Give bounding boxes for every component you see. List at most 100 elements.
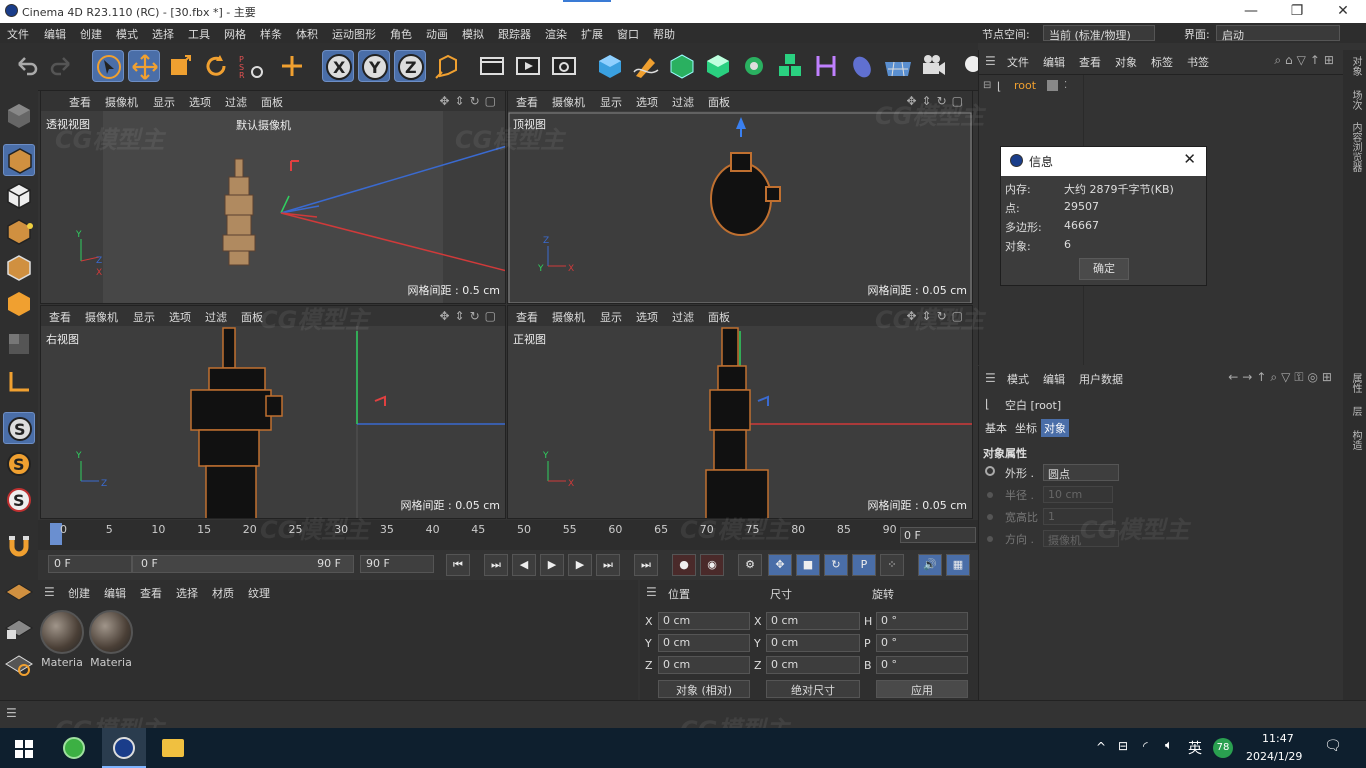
select-tool-icon[interactable] — [92, 50, 124, 82]
rot-p-field[interactable]: 0 ° — [876, 634, 968, 652]
menu-character[interactable]: 角色 — [390, 26, 412, 42]
clock-date[interactable]: 2024/1/29 — [1246, 750, 1302, 763]
render-view-icon[interactable] — [476, 50, 508, 82]
minimize-button[interactable]: — — [1228, 0, 1274, 23]
menu-icon[interactable]: ☰ — [646, 585, 657, 599]
viewport-nav-icons[interactable]: ✥⇕↻▢ — [906, 309, 968, 323]
vp-menu-filter[interactable]: 过滤 — [672, 94, 694, 110]
viewport-top[interactable]: 查看 摄像机 显示 选项 过滤 面板 ✥⇕↻▢ Z Y X 顶视图 网格间距 :… — [507, 90, 973, 304]
frame-range-slider[interactable]: 0 F 90 F — [132, 555, 354, 573]
menu-tools[interactable]: 工具 — [188, 26, 210, 42]
end-frame-field[interactable]: 90 F — [360, 555, 434, 573]
orientation-select[interactable]: 摄像机 — [1043, 530, 1119, 547]
attr-menu-mode[interactable]: 模式 — [1007, 371, 1029, 387]
autokey-icon[interactable]: ◉ — [700, 554, 724, 576]
keyframe-selection-icon[interactable]: ⚙ — [738, 554, 762, 576]
start-frame-field[interactable]: 0 F — [48, 555, 132, 573]
vp-menu-filter[interactable]: 过滤 — [672, 309, 694, 325]
key-parameter-icon[interactable]: P — [852, 554, 876, 576]
rot-b-field[interactable]: 0 ° — [876, 656, 968, 674]
menu-file[interactable]: 文件 — [7, 26, 29, 42]
x-axis-lock-icon[interactable]: X — [322, 50, 354, 82]
size-mode-select[interactable]: 绝对尺寸 — [766, 680, 860, 698]
size-x-field[interactable]: 0 cm — [766, 612, 860, 630]
locked-workplane-icon[interactable] — [3, 612, 35, 644]
move-tool-icon[interactable] — [128, 50, 160, 82]
symmetry-icon[interactable]: S — [3, 484, 35, 516]
mograph-cubes-icon[interactable] — [774, 50, 806, 82]
light-icon[interactable] — [954, 50, 981, 82]
redo-icon[interactable] — [46, 50, 78, 82]
viewport-perspective[interactable]: 查看 摄像机 显示 选项 过滤 面板 ✥⇕↻▢ Y Z X 透视视图 默认摄像机… — [40, 90, 506, 304]
attr-menu-userdata[interactable]: 用户数据 — [1079, 371, 1123, 387]
vp-menu-view[interactable]: 查看 — [516, 94, 538, 110]
camera-icon[interactable] — [918, 50, 950, 82]
taskbar-cinema4d-active[interactable] — [102, 728, 146, 768]
menu-render[interactable]: 渲染 — [545, 26, 567, 42]
previous-key-icon[interactable]: ⏭ — [484, 554, 508, 576]
vtab-content-browser[interactable]: 内容浏览器 — [1348, 122, 1363, 172]
vp-menu-view[interactable]: 查看 — [49, 309, 71, 325]
extrude-icon[interactable] — [702, 50, 734, 82]
obj-menu-file[interactable]: 文件 — [1007, 54, 1029, 70]
material-swatch[interactable]: Materia — [89, 610, 133, 669]
layer-icon[interactable] — [1047, 80, 1058, 91]
animate-dot[interactable] — [987, 536, 993, 542]
render-to-picture-viewer-icon[interactable] — [512, 50, 544, 82]
vtab-layers[interactable]: 层 — [1348, 406, 1363, 416]
vp-menu-options[interactable]: 选项 — [189, 94, 211, 110]
expand-icon[interactable]: ⊟ — [983, 80, 991, 91]
vtab-structure[interactable]: 构造 — [1348, 430, 1363, 450]
radius-field[interactable]: 10 cm — [1043, 486, 1113, 503]
menu-icon[interactable]: ☰ — [44, 585, 55, 599]
vtab-objects[interactable]: 对象 — [1348, 56, 1363, 76]
menu-simulate[interactable]: 模拟 — [462, 26, 484, 42]
magnet-icon[interactable] — [3, 530, 35, 562]
go-to-start-icon[interactable]: ⏮ — [446, 554, 470, 576]
notification-icon[interactable]: 🗨︎ — [1324, 738, 1342, 754]
tab-coord[interactable]: 坐标 — [1013, 420, 1039, 436]
next-frame-icon[interactable]: ▶ — [568, 554, 592, 576]
viewport-right[interactable]: 查看 摄像机 显示 选项 过滤 面板 ✥⇕↻▢ Y Z 右视图 网格间距 : 0… — [40, 305, 506, 519]
object-manager-tools-icons[interactable]: ⌕⌂▽↑⊞ — [1274, 53, 1338, 68]
vp-menu-display[interactable]: 显示 — [600, 94, 622, 110]
menu-volume[interactable]: 体积 — [296, 26, 318, 42]
material-swatch[interactable]: Materia — [40, 610, 84, 669]
size-z-field[interactable]: 0 cm — [766, 656, 860, 674]
coordinate-system-icon[interactable] — [432, 50, 464, 82]
obj-menu-object[interactable]: 对象 — [1115, 54, 1137, 70]
axis-mode-icon[interactable] — [3, 366, 35, 398]
menu-icon[interactable]: ☰ — [985, 371, 996, 385]
undo-icon[interactable] — [10, 50, 42, 82]
rot-h-field[interactable]: 0 ° — [876, 612, 968, 630]
menu-mograph[interactable]: 运动图形 — [332, 26, 376, 42]
animate-dot[interactable] — [987, 492, 993, 498]
pos-y-field[interactable]: 0 cm — [658, 634, 750, 652]
wifi-icon[interactable]: ◜ — [1143, 739, 1148, 753]
y-axis-lock-icon[interactable]: Y — [358, 50, 390, 82]
coord-mode-select[interactable]: 对象 (相对) — [658, 680, 750, 698]
play-icon[interactable]: ▶ — [540, 554, 564, 576]
mat-menu-create[interactable]: 创建 — [68, 585, 90, 601]
obj-menu-edit[interactable]: 编辑 — [1043, 54, 1065, 70]
mat-menu-view[interactable]: 查看 — [140, 585, 162, 601]
menu-animate[interactable]: 动画 — [426, 26, 448, 42]
browser-app-icon[interactable] — [63, 737, 85, 759]
mat-menu-material[interactable]: 材质 — [212, 585, 234, 601]
vtab-attributes[interactable]: 属性 — [1348, 373, 1363, 393]
vp-menu-filter[interactable]: 过滤 — [205, 309, 227, 325]
scale-tool-icon[interactable] — [164, 50, 196, 82]
object-root[interactable]: root — [1014, 79, 1036, 92]
cloner-icon[interactable] — [738, 50, 770, 82]
snap-enable-icon[interactable]: S — [3, 412, 35, 444]
visibility-dots-icon[interactable]: ⁚ — [1064, 80, 1067, 91]
vp-menu-display[interactable]: 显示 — [600, 309, 622, 325]
vp-menu-panel[interactable]: 面板 — [241, 309, 263, 325]
next-key-icon[interactable]: ⏭ — [596, 554, 620, 576]
planar-workplane-icon[interactable] — [3, 648, 35, 680]
pen-spline-icon[interactable] — [630, 50, 662, 82]
pos-x-field[interactable]: 0 cm — [658, 612, 750, 630]
viewport-front[interactable]: 查看 摄像机 显示 选项 过滤 面板 ✥⇕↻▢ Y X 正视图 网格间距 : 0… — [507, 305, 973, 519]
key-pla-icon[interactable]: ⁘ — [880, 554, 904, 576]
security-badge[interactable]: 78 — [1213, 738, 1233, 758]
